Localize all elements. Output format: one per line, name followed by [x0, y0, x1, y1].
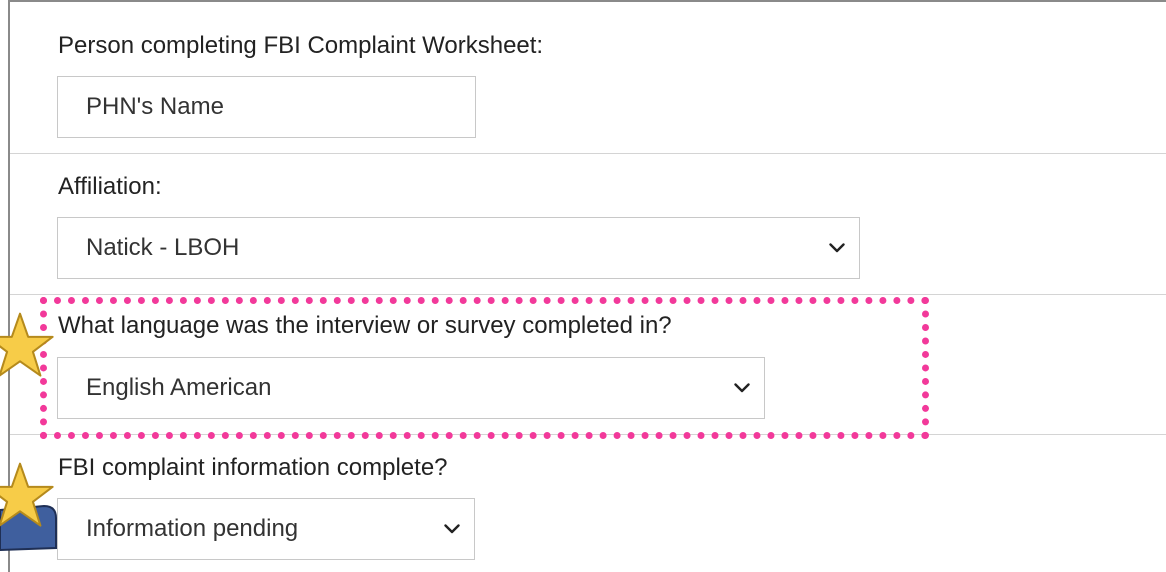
person-completing-input[interactable]: PHN's Name	[57, 76, 476, 138]
affiliation-selected-value: Natick - LBOH	[86, 234, 240, 261]
star-icon	[0, 462, 54, 528]
form-frame-top-border	[8, 0, 1166, 2]
section-divider	[10, 153, 1166, 154]
complete-label: FBI complaint information complete?	[58, 454, 448, 481]
person-completing-label: Person completing FBI Complaint Workshee…	[58, 32, 544, 59]
complete-selected-value: Information pending	[86, 515, 299, 542]
affiliation-label: Affiliation:	[58, 173, 162, 200]
chevron-down-icon	[829, 243, 845, 253]
complete-select[interactable]: Information pending	[57, 498, 475, 560]
star-icon	[0, 312, 54, 378]
affiliation-select[interactable]: Natick - LBOH	[57, 217, 860, 279]
dotted-highlight-frame	[40, 297, 929, 439]
section-divider	[10, 294, 1166, 295]
chevron-down-icon	[444, 524, 460, 534]
person-completing-value: PHN's Name	[86, 93, 224, 120]
